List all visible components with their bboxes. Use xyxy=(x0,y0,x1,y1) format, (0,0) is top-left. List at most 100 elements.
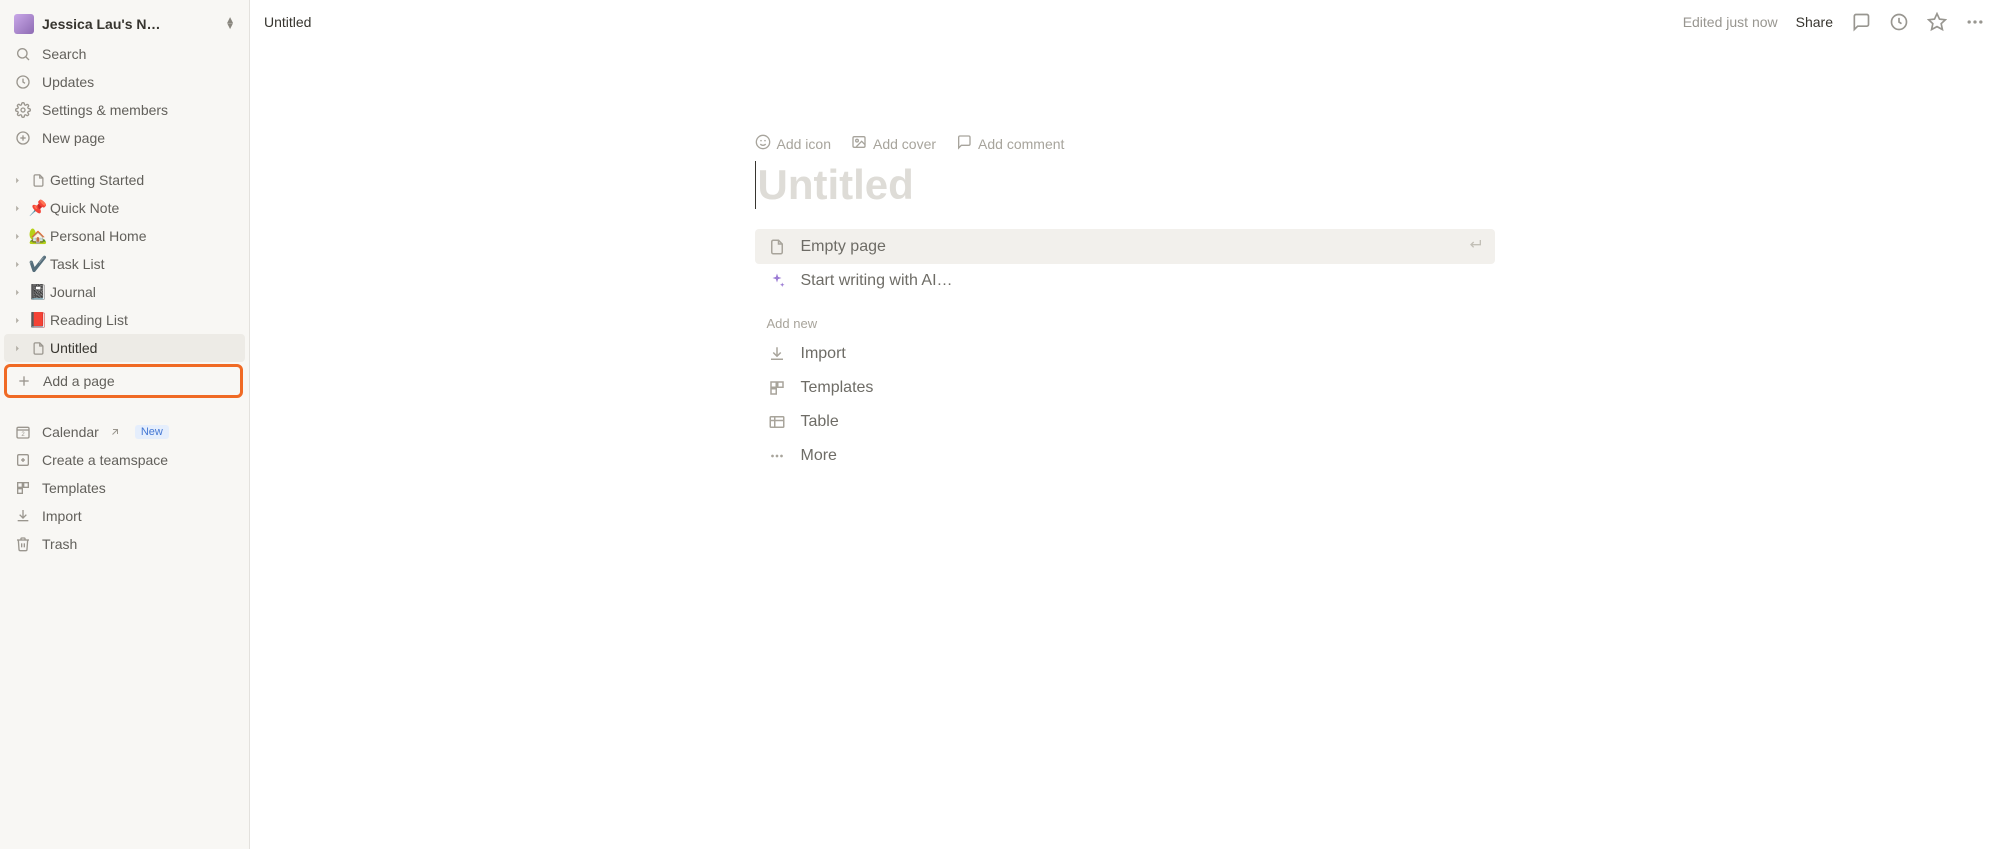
topbar: Untitled Edited just now Share xyxy=(250,0,1999,44)
add-page-label: Add a page xyxy=(43,373,115,389)
page-options: Empty page Start writing with AI… Add ne… xyxy=(755,229,1495,473)
add-comment-button[interactable]: Add comment xyxy=(956,134,1064,153)
calendar-label: Calendar xyxy=(42,424,99,440)
import-icon xyxy=(767,344,787,364)
workspace-switcher[interactable]: Jessica Lau's N… ▲▼ xyxy=(4,8,245,40)
templates-label: Templates xyxy=(42,480,106,496)
import-option[interactable]: Import xyxy=(755,337,1495,371)
empty-page-option[interactable]: Empty page xyxy=(755,229,1495,264)
share-button[interactable]: Share xyxy=(1796,14,1833,30)
favorite-button[interactable] xyxy=(1927,12,1947,32)
new-page-button[interactable]: New page xyxy=(4,124,245,152)
page-label: Getting Started xyxy=(50,172,239,188)
search-button[interactable]: Search xyxy=(4,40,245,68)
page-label: Untitled xyxy=(50,340,239,356)
page-emoji-icon: 📕 xyxy=(28,311,48,329)
image-icon xyxy=(851,134,867,153)
new-page-label: New page xyxy=(42,130,105,146)
add-comment-label: Add comment xyxy=(978,136,1064,152)
ai-option[interactable]: Start writing with AI… xyxy=(755,264,1495,298)
templates-button[interactable]: Templates xyxy=(4,474,245,502)
templates-icon xyxy=(14,479,32,497)
external-link-icon xyxy=(109,423,121,441)
doc-icon xyxy=(28,341,48,356)
sidebar-page-item[interactable]: 📕Reading List xyxy=(4,306,245,334)
chevron-right-icon[interactable] xyxy=(8,171,26,189)
plus-circle-icon xyxy=(14,129,32,147)
page-content: Add icon Add cover Add comment Empty pag… xyxy=(755,44,1495,473)
doc-icon xyxy=(28,173,48,188)
page-emoji-icon: ✔️ xyxy=(28,255,48,273)
chevron-right-icon[interactable] xyxy=(8,339,26,357)
comment-icon xyxy=(956,134,972,153)
settings-button[interactable]: Settings & members xyxy=(4,96,245,124)
workspace-name: Jessica Lau's N… xyxy=(42,16,217,32)
table-option[interactable]: Table xyxy=(755,405,1495,439)
trash-button[interactable]: Trash xyxy=(4,530,245,558)
page-emoji-icon: 📓 xyxy=(28,283,48,301)
workspace-avatar xyxy=(14,14,34,34)
sidebar-page-item[interactable]: 📓Journal xyxy=(4,278,245,306)
page-label: Reading List xyxy=(50,312,239,328)
doc-icon xyxy=(767,237,787,257)
updates-label: Updates xyxy=(42,74,94,90)
import-icon xyxy=(14,507,32,525)
more-button[interactable] xyxy=(1965,12,1985,32)
sidebar-page-item[interactable]: 🏡Personal Home xyxy=(4,222,245,250)
create-teamspace-button[interactable]: Create a teamspace xyxy=(4,446,245,474)
teamspace-label: Create a teamspace xyxy=(42,452,168,468)
chevron-right-icon[interactable] xyxy=(8,283,26,301)
trash-icon xyxy=(14,535,32,553)
new-badge: New xyxy=(135,425,169,439)
history-button[interactable] xyxy=(1889,12,1909,32)
add-page-button[interactable]: Add a page xyxy=(7,367,240,395)
clock-icon xyxy=(14,73,32,91)
more-option[interactable]: More xyxy=(755,439,1495,473)
dots-icon xyxy=(767,446,787,466)
more-option-label: More xyxy=(801,447,837,465)
search-icon xyxy=(14,45,32,63)
sidebar-page-item[interactable]: Untitled xyxy=(4,334,245,362)
chevron-right-icon[interactable] xyxy=(8,255,26,273)
add-cover-label: Add cover xyxy=(873,136,936,152)
teamspace-icon xyxy=(14,451,32,469)
templates-option[interactable]: Templates xyxy=(755,371,1495,405)
gear-icon xyxy=(14,101,32,119)
add-new-section-label: Add new xyxy=(767,316,1495,331)
sparkle-icon xyxy=(767,271,787,291)
page-title-input[interactable] xyxy=(755,161,1495,209)
templates-option-label: Templates xyxy=(801,379,874,397)
breadcrumb[interactable]: Untitled xyxy=(264,14,311,30)
import-label: Import xyxy=(42,508,82,524)
page-emoji-icon: 🏡 xyxy=(28,227,48,245)
add-icon-label: Add icon xyxy=(777,136,831,152)
add-cover-button[interactable]: Add cover xyxy=(851,134,936,153)
enter-icon xyxy=(1467,236,1483,257)
main: Untitled Edited just now Share Add icon xyxy=(250,0,1999,849)
chevron-right-icon[interactable] xyxy=(8,199,26,217)
page-list: Getting Started 📌Quick Note🏡Personal Home… xyxy=(4,166,245,362)
chevron-right-icon[interactable] xyxy=(8,227,26,245)
updates-button[interactable]: Updates xyxy=(4,68,245,96)
import-option-label: Import xyxy=(801,345,846,363)
import-button[interactable]: Import xyxy=(4,502,245,530)
plus-icon xyxy=(15,372,33,390)
sidebar-page-item[interactable]: 📌Quick Note xyxy=(4,194,245,222)
sidebar-page-item[interactable]: ✔️Task List xyxy=(4,250,245,278)
sidebar-tools: 2 Calendar New Create a teamspace Templa… xyxy=(4,418,245,558)
search-label: Search xyxy=(42,46,86,62)
svg-text:2: 2 xyxy=(21,432,25,438)
comments-button[interactable] xyxy=(1851,12,1871,32)
trash-label: Trash xyxy=(42,536,77,552)
page-emoji-icon: 📌 xyxy=(28,199,48,217)
empty-page-label: Empty page xyxy=(801,238,886,256)
page-label: Task List xyxy=(50,256,239,272)
add-page-highlight: Add a page xyxy=(4,364,243,398)
table-option-label: Table xyxy=(801,413,839,431)
sidebar-page-item[interactable]: Getting Started xyxy=(4,166,245,194)
page-cover-actions: Add icon Add cover Add comment xyxy=(755,134,1495,153)
calendar-icon: 2 xyxy=(14,423,32,441)
chevron-right-icon[interactable] xyxy=(8,311,26,329)
calendar-button[interactable]: 2 Calendar New xyxy=(4,418,245,446)
add-icon-button[interactable]: Add icon xyxy=(755,134,831,153)
